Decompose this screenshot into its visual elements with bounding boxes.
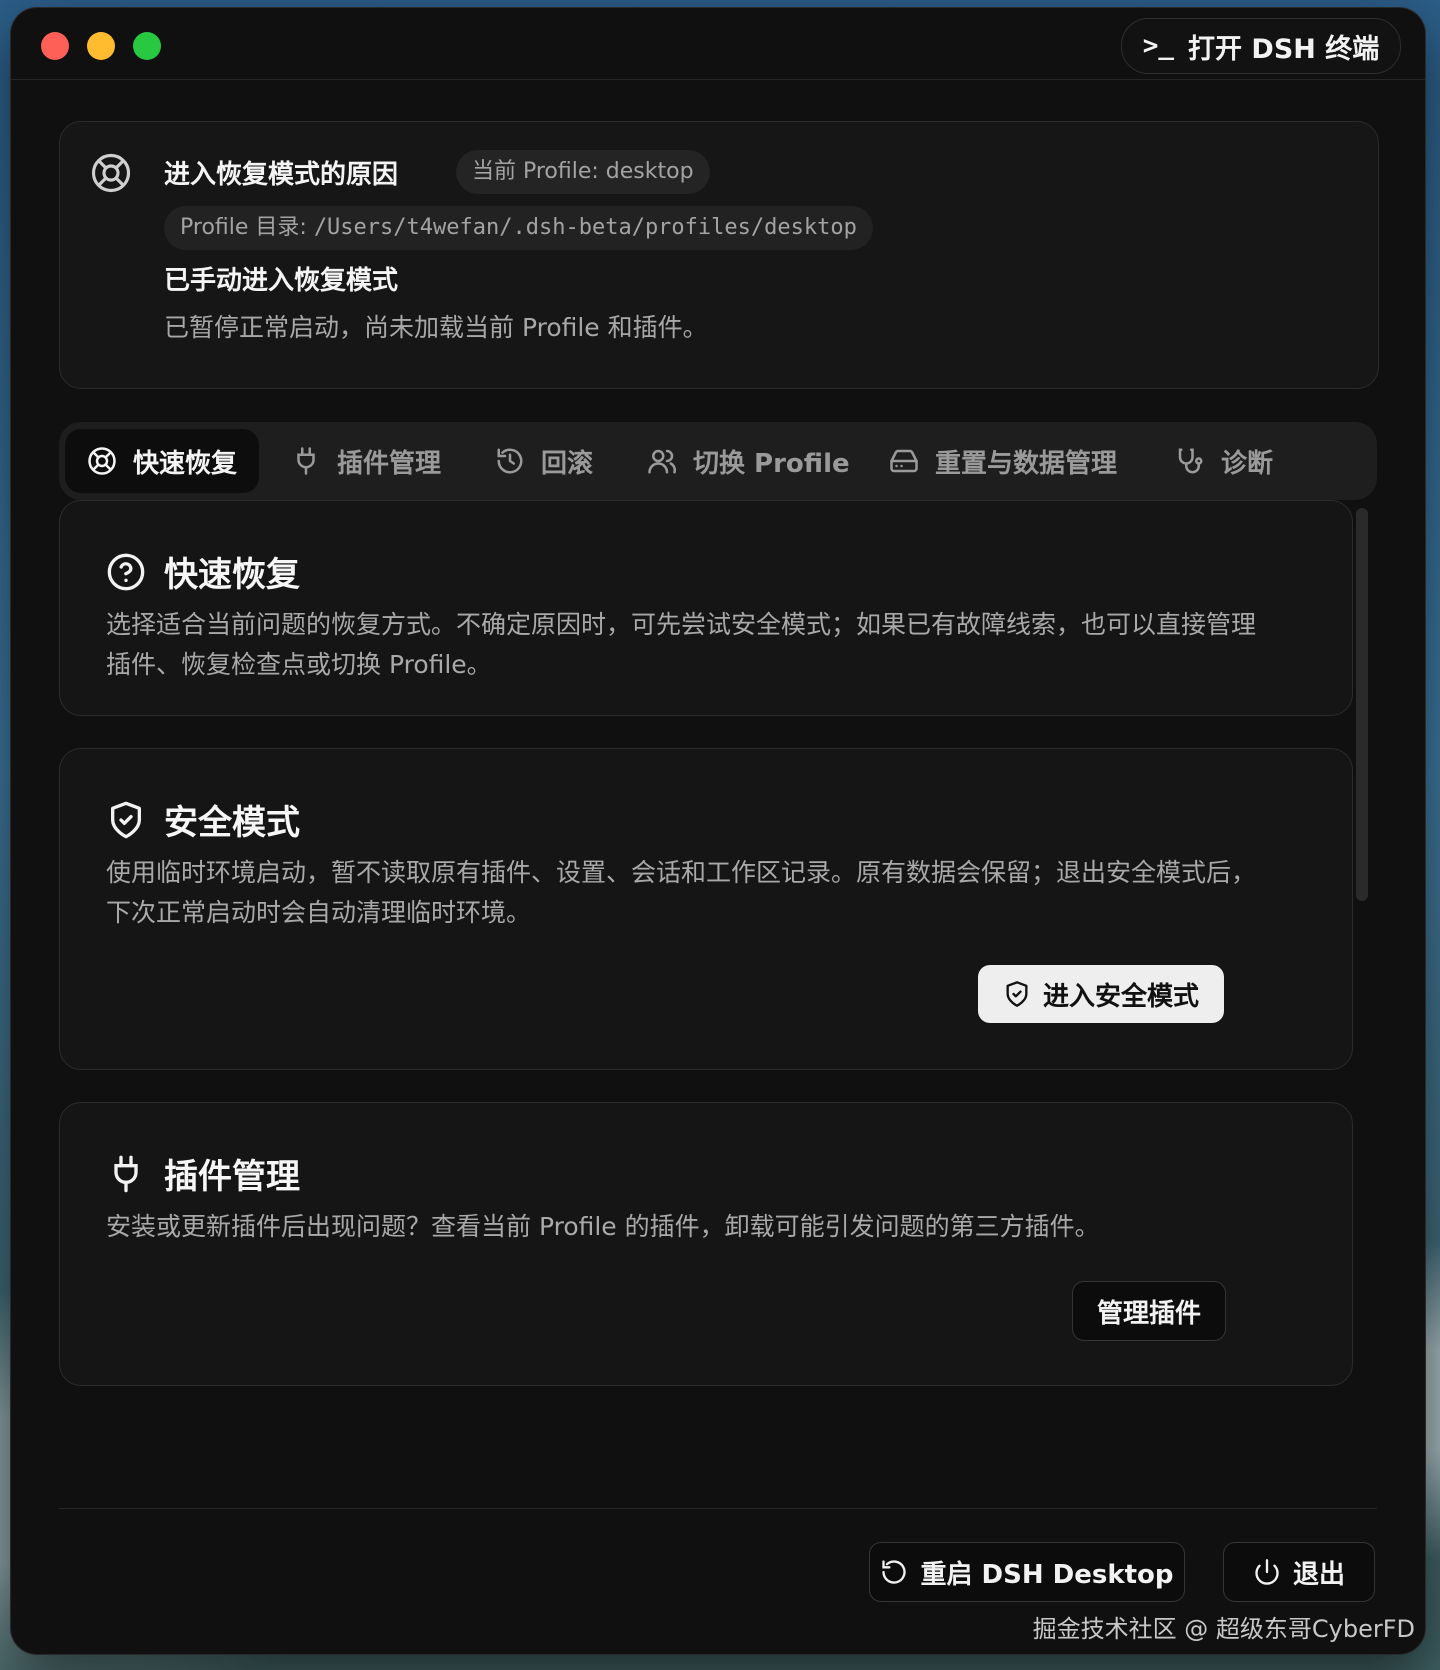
tab-label: 重置与数据管理 bbox=[935, 448, 1118, 479]
plugin-management-title: 插件管理 bbox=[106, 1149, 300, 1198]
plug-icon bbox=[297, 447, 315, 475]
open-terminal-button[interactable]: >_ 打开 DSH 终端 bbox=[1121, 18, 1401, 74]
restart-icon bbox=[882, 1560, 907, 1584]
safe-mode-title: 安全模式 bbox=[106, 795, 300, 844]
help-circle-icon bbox=[107, 553, 145, 590]
profile-directory-path: /Users/t4wefan/.dsh-beta/profiles/deskto… bbox=[313, 215, 857, 240]
shield-check-icon bbox=[1006, 981, 1028, 1007]
lifebuoy-icon bbox=[88, 447, 116, 475]
recovery-tabs: 快速恢复 插件管理 回滚 切换 Profile 重置与数据管理 诊断 bbox=[59, 422, 1377, 500]
shield-check-icon bbox=[111, 801, 141, 838]
recovery-reason-card: 进入恢复模式的原因 当前 Profile: desktop Profile 目录… bbox=[59, 121, 1379, 389]
zoom-window-button[interactable] bbox=[133, 32, 161, 60]
hard-drive-icon bbox=[890, 449, 918, 473]
users-icon bbox=[648, 449, 677, 474]
plug-icon bbox=[114, 1155, 138, 1192]
power-icon bbox=[1255, 1559, 1279, 1585]
recovery-window: >_ 打开 DSH 终端 进入恢复模式的原因 当前 Profile: deskt… bbox=[11, 8, 1425, 1654]
restart-desktop-button[interactable]: 重启 DSH Desktop bbox=[869, 1542, 1185, 1602]
card-title-text: 安全模式 bbox=[164, 803, 300, 843]
tab-diagnostics[interactable]: 诊断 bbox=[1175, 429, 1273, 493]
plugin-management-description: 安装或更新插件后出现问题？查看当前 Profile 的插件，卸载可能引发问题的第… bbox=[106, 1212, 1100, 1241]
lifebuoy-icon bbox=[91, 153, 131, 193]
manage-plugins-button[interactable]: 管理插件 bbox=[1072, 1281, 1226, 1341]
close-window-button[interactable] bbox=[41, 32, 69, 60]
open-terminal-label: 打开 DSH 终端 bbox=[1188, 33, 1380, 65]
history-icon bbox=[497, 448, 523, 474]
recovery-reason-title: 进入恢复模式的原因 bbox=[164, 160, 399, 190]
current-profile-badge: 当前 Profile: desktop bbox=[456, 150, 710, 194]
watermark-text: 掘金技术社区 @ 超级东哥CyberFD bbox=[1032, 1615, 1415, 1643]
button-label: 进入安全模式 bbox=[1042, 981, 1199, 1012]
terminal-icon: >_ bbox=[1142, 31, 1175, 61]
tab-label: 切换 Profile bbox=[693, 448, 850, 479]
tab-label: 回滚 bbox=[541, 448, 594, 479]
tab-switch-profile[interactable]: 切换 Profile bbox=[647, 429, 850, 493]
safe-mode-description: 使用临时环境启动，暂不读取原有插件、设置、会话和工作区记录。原有数据会保留；退出… bbox=[106, 858, 1257, 927]
tab-reset-data[interactable]: 重置与数据管理 bbox=[889, 429, 1117, 493]
button-label: 重启 DSH Desktop bbox=[920, 1559, 1174, 1590]
card-title-text: 快速恢复 bbox=[164, 555, 300, 595]
tab-rollback[interactable]: 回滚 bbox=[495, 429, 593, 493]
recovery-reason-description: 已暂停正常启动，尚未加载当前 Profile 和插件。 bbox=[164, 313, 708, 342]
safe-mode-card: 安全模式 使用临时环境启动，暂不读取原有插件、设置、会话和工作区记录。原有数据会… bbox=[59, 748, 1353, 1070]
quick-recovery-description: 选择适合当前问题的恢复方式。不确定原因时，可先尝试安全模式；如果已有故障线索，也… bbox=[106, 610, 1257, 679]
quick-recovery-title: 快速恢复 bbox=[106, 547, 300, 596]
profile-directory-badge: Profile 目录: /Users/t4wefan/.dsh-beta/pro… bbox=[164, 206, 873, 250]
profile-directory-label: Profile 目录: bbox=[180, 215, 314, 240]
tab-label: 快速恢复 bbox=[133, 448, 238, 479]
tab-label: 插件管理 bbox=[337, 448, 442, 479]
card-title-text: 插件管理 bbox=[164, 1157, 300, 1197]
tab-quick-recovery[interactable]: 快速恢复 bbox=[65, 429, 260, 493]
quit-button[interactable]: 退出 bbox=[1223, 1542, 1375, 1602]
stethoscope-icon bbox=[1178, 448, 1203, 474]
title-bar: >_ 打开 DSH 终端 bbox=[11, 8, 1425, 80]
button-label: 管理插件 bbox=[1096, 1298, 1201, 1329]
content-scrollbar[interactable] bbox=[1356, 508, 1368, 901]
tab-label: 诊断 bbox=[1221, 448, 1274, 479]
recovery-reason-heading: 已手动进入恢复模式 bbox=[164, 266, 399, 296]
minimize-window-button[interactable] bbox=[87, 32, 115, 60]
quick-recovery-card: 快速恢复 选择适合当前问题的恢复方式。不确定原因时，可先尝试安全模式；如果已有故… bbox=[59, 500, 1353, 716]
tab-plugin-management[interactable]: 插件管理 bbox=[291, 429, 441, 493]
enter-safe-mode-button[interactable]: 进入安全模式 bbox=[978, 965, 1224, 1023]
button-label: 退出 bbox=[1292, 1559, 1345, 1590]
plugin-management-card: 插件管理 安装或更新插件后出现问题？查看当前 Profile 的插件，卸载可能引… bbox=[59, 1102, 1353, 1386]
footer-divider bbox=[59, 1508, 1377, 1509]
